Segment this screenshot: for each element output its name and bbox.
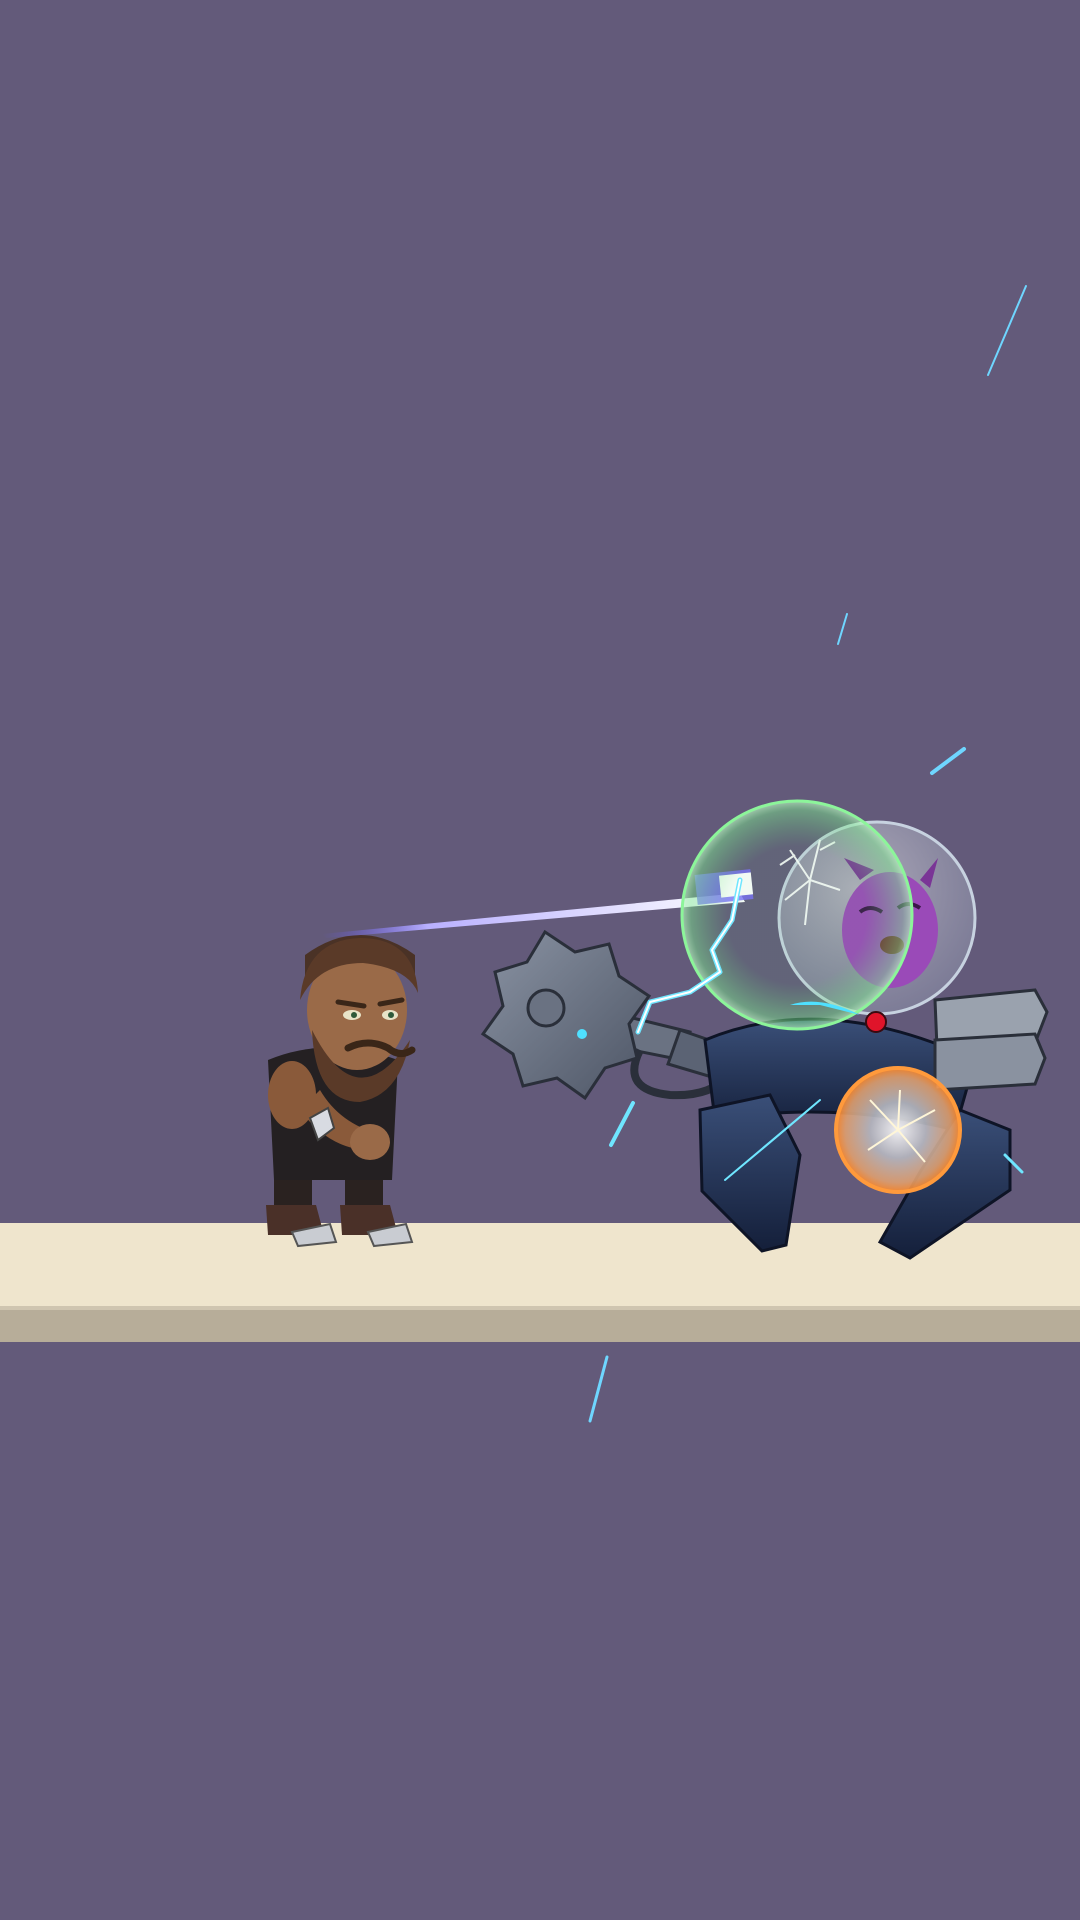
green-shield-bubble [680,799,914,1031]
game-scene [0,285,1080,1423]
buzzsaw-blade [480,929,652,1101]
orange-energy-orb [834,1066,962,1194]
hero-bearded-warrior [266,935,418,1248]
